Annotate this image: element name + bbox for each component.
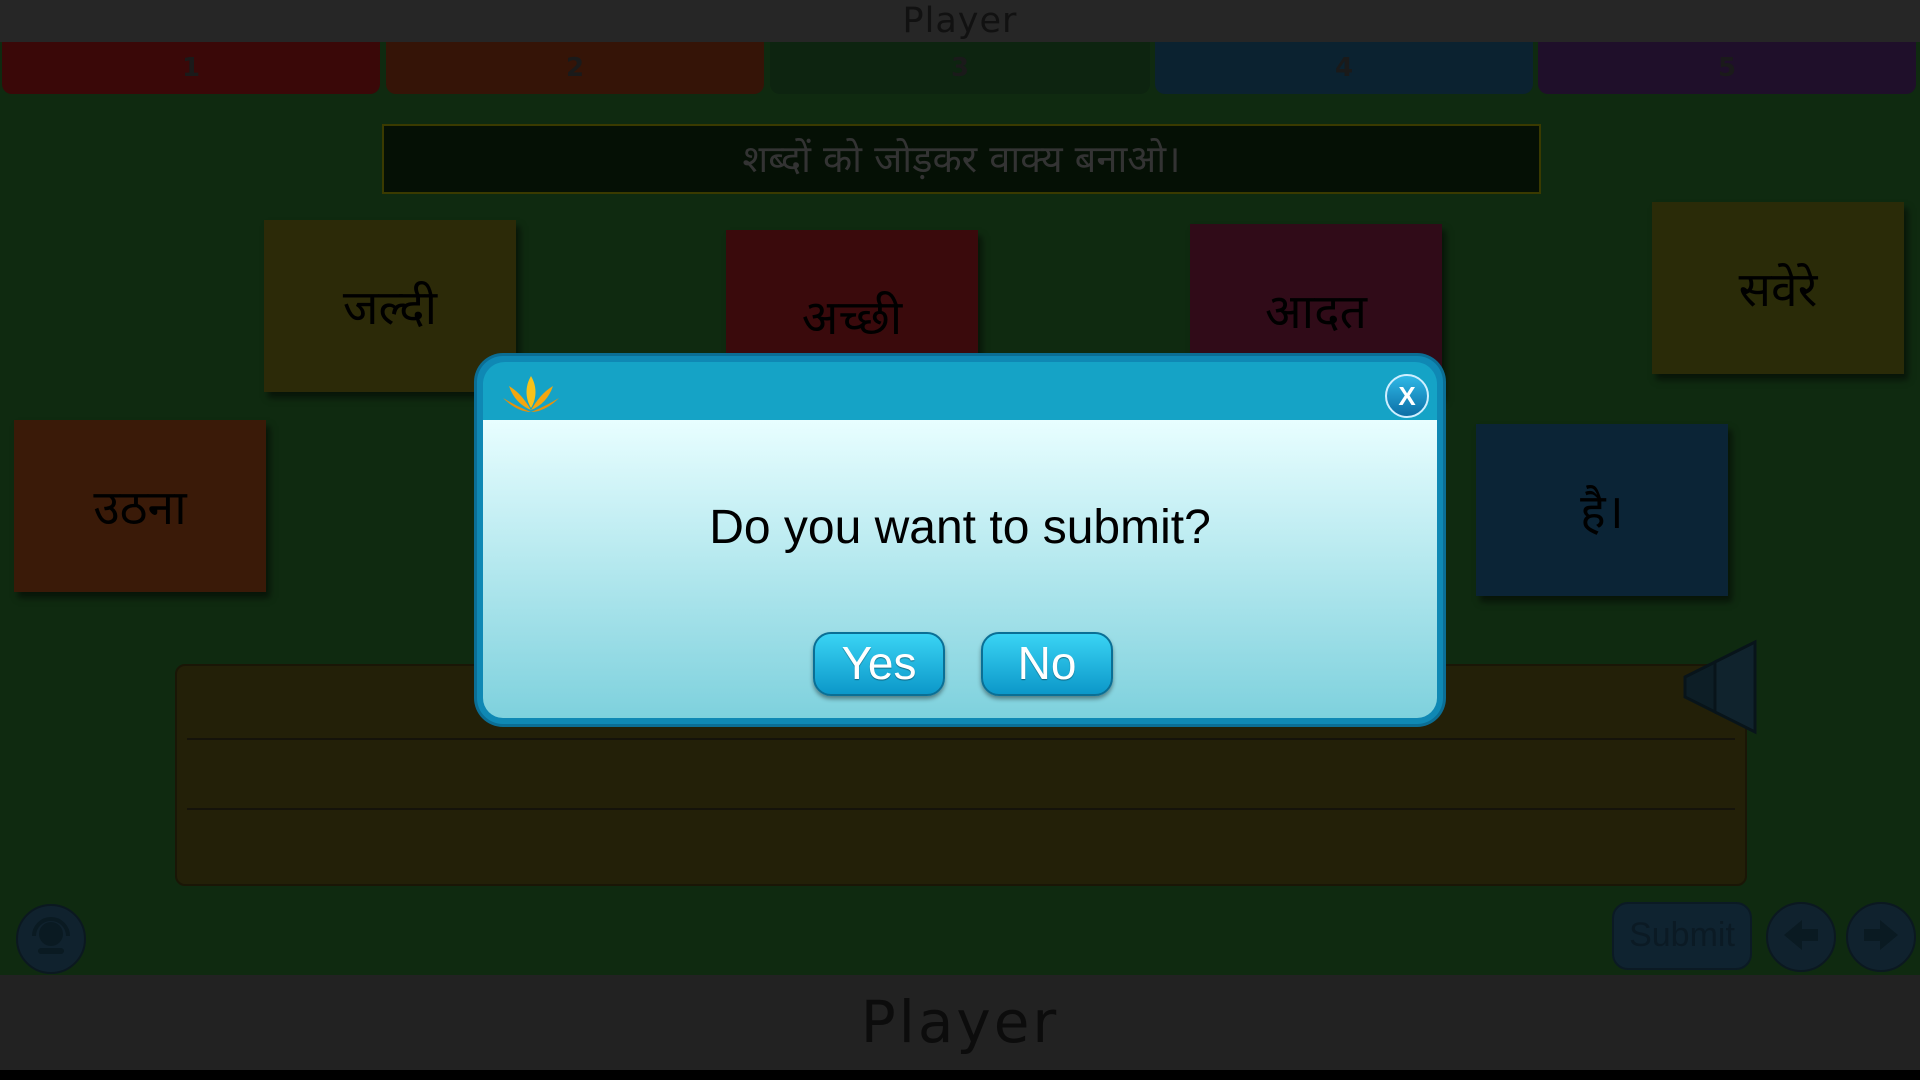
tab-3[interactable]: 3 (770, 42, 1150, 94)
word-card[interactable]: है। (1476, 424, 1728, 596)
arrow-left-icon[interactable] (1766, 902, 1836, 972)
answer-line (187, 808, 1735, 810)
word-card[interactable]: उठना (14, 420, 266, 592)
speaker-icon[interactable] (1665, 632, 1775, 742)
dialog-message: Do you want to submit? (709, 501, 1211, 554)
word-card[interactable]: सवेरे (1652, 202, 1904, 374)
title-bar: Player (0, 0, 1920, 42)
submit-button[interactable]: Submit (1612, 902, 1752, 970)
arrow-right-icon[interactable] (1846, 902, 1916, 972)
headset-icon[interactable] (16, 904, 86, 974)
dialog-header: X (483, 362, 1437, 424)
lotus-icon (501, 372, 561, 418)
tab-5[interactable]: 5 (1538, 42, 1916, 94)
yes-button[interactable]: Yes (813, 632, 945, 696)
word-card[interactable]: जल्दी (264, 220, 516, 392)
close-button[interactable]: X (1385, 374, 1429, 418)
tab-4[interactable]: 4 (1155, 42, 1533, 94)
footer-title: Player (860, 988, 1060, 1056)
tab-1[interactable]: 1 (2, 42, 380, 94)
dialog-body: Do you want to submit? Yes No (483, 420, 1437, 718)
footer-bar: Player (0, 975, 1920, 1070)
submit-dialog: X Do you want to submit? Yes No (477, 356, 1443, 724)
window-title: Player (902, 1, 1018, 41)
instruction-text: शब्दों को जोड़कर वाक्य बनाओ। (382, 124, 1541, 194)
no-button[interactable]: No (981, 632, 1113, 696)
tab-2[interactable]: 2 (386, 42, 764, 94)
answer-line (187, 738, 1735, 740)
